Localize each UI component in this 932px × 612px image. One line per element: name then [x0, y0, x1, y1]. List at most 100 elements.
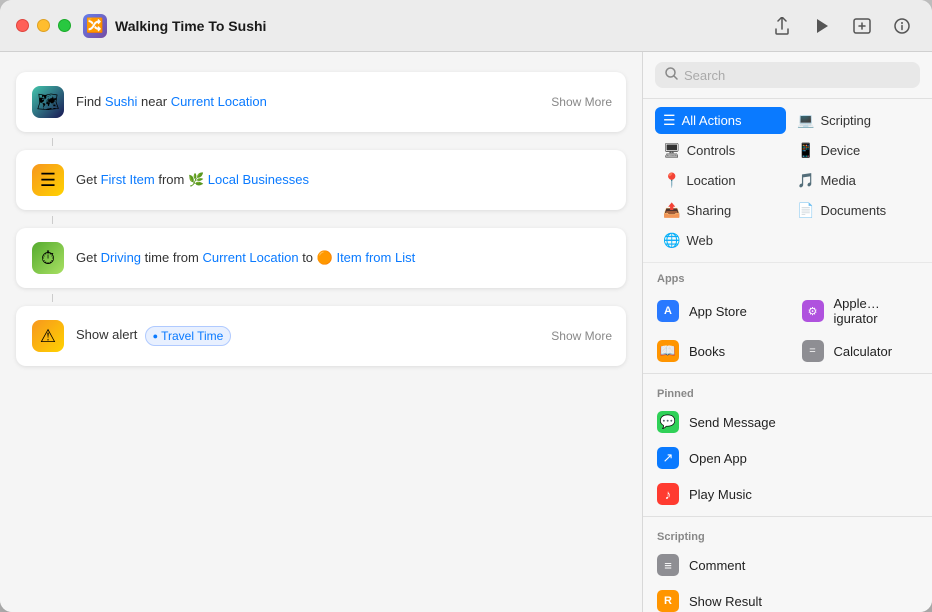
categories-section: ☰ All Actions 💻 Scripting 🖥 Controls 📱 D…	[643, 99, 932, 263]
category-scripting[interactable]: 💻 Scripting	[789, 107, 920, 134]
all-actions-icon: ☰	[663, 112, 676, 129]
alert-show-more[interactable]: Show More	[551, 329, 612, 343]
titlebar: 🔀 Walking Time To Sushi	[0, 0, 932, 52]
pinned-section-label: Pinned	[643, 378, 932, 404]
category-documents[interactable]: 📄 Documents	[789, 197, 920, 224]
send-message-label: Send Message	[689, 415, 776, 430]
maximize-button[interactable]	[58, 19, 71, 32]
scripting-section-label: Scripting	[643, 521, 932, 547]
driving-pill[interactable]: Driving	[101, 250, 141, 265]
find-action-text: Find Sushi near Current Location	[76, 93, 610, 111]
main-window: 🔀 Walking Time To Sushi 🗺 Find	[0, 0, 932, 612]
search-bar	[643, 52, 932, 99]
item-from-list-pill[interactable]: 🟠 Item from List	[317, 249, 416, 267]
categories-grid: ☰ All Actions 💻 Scripting 🖥 Controls 📱 D…	[655, 107, 920, 254]
get-driving-card[interactable]: ⏱ Get Driving time from Current Location…	[16, 228, 626, 288]
sidebar-item-show-result[interactable]: R Show Result	[643, 583, 932, 612]
main-content: 🗺 Find Sushi near Current Location Show …	[0, 52, 932, 612]
apps-grid: A App Store ⚙ Apple…igurator 📖 Books = C…	[643, 289, 932, 369]
workflow-panel: 🗺 Find Sushi near Current Location Show …	[0, 52, 642, 612]
location-label: Location	[686, 173, 735, 188]
sidebar-item-open-app[interactable]: ↗ Open App	[643, 440, 932, 476]
search-icon	[665, 67, 678, 83]
show-alert-text: Show alert ● Travel Time	[76, 326, 610, 347]
scripting-icon: 💻	[797, 112, 814, 129]
media-icon: 🎵	[797, 172, 814, 189]
add-actions-button[interactable]	[848, 12, 876, 40]
send-message-icon: 💬	[657, 411, 679, 433]
divider-1	[643, 373, 932, 374]
apple-configurator-icon: ⚙	[802, 300, 824, 322]
find-show-more[interactable]: Show More	[551, 95, 612, 109]
get-driving-icon: ⏱	[32, 242, 64, 274]
find-action-icon: 🗺	[32, 86, 64, 118]
sidebar-item-app-store[interactable]: A App Store	[643, 289, 788, 333]
media-label: Media	[820, 173, 855, 188]
controls-label: Controls	[687, 143, 735, 158]
search-input[interactable]	[684, 68, 910, 83]
actions-sidebar: ☰ All Actions 💻 Scripting 🖥 Controls 📱 D…	[642, 52, 932, 612]
connector-2	[52, 216, 53, 224]
scripting-label: Scripting	[820, 113, 871, 128]
current-location-pill-1[interactable]: Current Location	[171, 94, 267, 109]
sharing-icon: 📤	[663, 202, 680, 219]
share-button[interactable]	[768, 12, 796, 40]
close-button[interactable]	[16, 19, 29, 32]
sidebar-item-calculator[interactable]: = Calculator	[788, 333, 932, 369]
info-button[interactable]	[888, 12, 916, 40]
apple-configurator-label: Apple…igurator	[834, 296, 919, 326]
divider-2	[643, 516, 932, 517]
sidebar-item-comment[interactable]: ≡ Comment	[643, 547, 932, 583]
get-first-item-card[interactable]: ☰ Get First Item from 🌿 Local Businesses	[16, 150, 626, 210]
show-alert-icon: ⚠	[32, 320, 64, 352]
minimize-button[interactable]	[37, 19, 50, 32]
category-controls[interactable]: 🖥 Controls	[655, 137, 786, 164]
window-title: Walking Time To Sushi	[115, 18, 768, 34]
titlebar-actions	[768, 12, 916, 40]
category-location[interactable]: 📍 Location	[655, 167, 786, 194]
web-icon: 🌐	[663, 232, 680, 249]
find-action-card[interactable]: 🗺 Find Sushi near Current Location Show …	[16, 72, 626, 132]
category-web[interactable]: 🌐 Web	[655, 227, 786, 254]
category-media[interactable]: 🎵 Media	[789, 167, 920, 194]
get-driving-text: Get Driving time from Current Location t…	[76, 249, 610, 267]
sushi-pill[interactable]: Sushi	[105, 94, 138, 109]
actions-list-panel: Apps A App Store ⚙ Apple…igurator 📖 Book…	[643, 263, 932, 612]
category-all-actions[interactable]: ☰ All Actions	[655, 107, 786, 134]
first-item-pill[interactable]: First Item	[101, 172, 155, 187]
app-icon: 🔀	[83, 14, 107, 38]
app-store-icon: A	[657, 300, 679, 322]
documents-label: Documents	[820, 203, 886, 218]
show-alert-card[interactable]: ⚠ Show alert ● Travel Time Show More	[16, 306, 626, 366]
location-icon: 📍	[663, 172, 680, 189]
category-device[interactable]: 📱 Device	[789, 137, 920, 164]
web-label: Web	[686, 233, 713, 248]
play-button[interactable]	[808, 12, 836, 40]
device-label: Device	[820, 143, 860, 158]
sidebar-item-send-message[interactable]: 💬 Send Message	[643, 404, 932, 440]
books-icon: 📖	[657, 340, 679, 362]
connector-3	[52, 294, 53, 302]
current-location-pill-2[interactable]: Current Location	[202, 250, 298, 265]
open-app-label: Open App	[689, 451, 747, 466]
local-businesses-pill[interactable]: Local Businesses	[208, 172, 309, 187]
books-label: Books	[689, 344, 725, 359]
comment-icon: ≡	[657, 554, 679, 576]
get-first-icon: ☰	[32, 164, 64, 196]
get-first-text: Get First Item from 🌿 Local Businesses	[76, 171, 610, 189]
play-music-icon: ♪	[657, 483, 679, 505]
documents-icon: 📄	[797, 202, 814, 219]
sidebar-item-apple-configurator[interactable]: ⚙ Apple…igurator	[788, 289, 932, 333]
show-result-label: Show Result	[689, 594, 762, 609]
travel-time-tag[interactable]: ● Travel Time	[145, 326, 232, 347]
sidebar-item-books[interactable]: 📖 Books	[643, 333, 788, 369]
show-result-icon: R	[657, 590, 679, 612]
connector-1	[52, 138, 53, 146]
sidebar-item-play-music[interactable]: ♪ Play Music	[643, 476, 932, 512]
app-store-label: App Store	[689, 304, 747, 319]
category-sharing[interactable]: 📤 Sharing	[655, 197, 786, 224]
controls-icon: 🖥	[663, 142, 681, 159]
sharing-label: Sharing	[686, 203, 731, 218]
calculator-icon: =	[802, 340, 824, 362]
calculator-label: Calculator	[834, 344, 893, 359]
